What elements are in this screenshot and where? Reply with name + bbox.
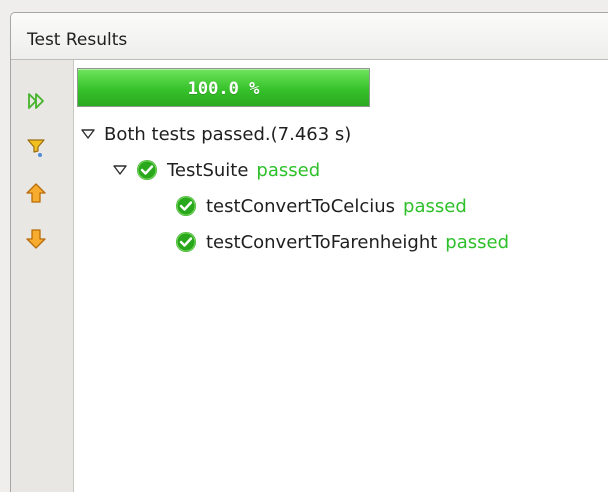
- suite-status: passed: [256, 159, 321, 181]
- summary-label: Both tests passed.(7.463 s): [104, 123, 352, 145]
- summary-row[interactable]: Both tests passed.(7.463 s): [80, 121, 351, 147]
- rerun-icon[interactable]: [25, 90, 47, 112]
- check-circle-icon: [137, 160, 157, 180]
- test-row[interactable]: testConvertToFarenheight passed: [175, 229, 509, 255]
- test-results-panel: Test Results 100.0 % Both tests passed.(…: [10, 12, 608, 492]
- chevron-down-icon[interactable]: [80, 126, 96, 142]
- test-progress-bar: 100.0 %: [77, 68, 370, 107]
- chevron-down-icon[interactable]: [112, 162, 128, 178]
- test-name: testConvertToFarenheight: [206, 231, 438, 253]
- check-circle-icon: [176, 232, 196, 252]
- filter-icon[interactable]: [25, 136, 47, 158]
- test-results-toolbar: [11, 60, 74, 492]
- progress-percent-label: 100.0 %: [187, 79, 260, 99]
- check-circle-icon: [176, 196, 196, 216]
- suite-name: TestSuite: [167, 159, 249, 181]
- arrow-down-icon[interactable]: [25, 228, 47, 250]
- test-row[interactable]: testConvertToCelcius passed: [175, 193, 467, 219]
- suite-row[interactable]: TestSuite passed: [112, 157, 320, 183]
- test-results-content: 100.0 % Both tests passed.(7.463 s) Test…: [74, 60, 608, 492]
- test-status: passed: [403, 195, 467, 217]
- test-status: passed: [445, 231, 510, 253]
- panel-title: Test Results: [27, 30, 128, 50]
- panel-header: Test Results: [11, 13, 608, 60]
- test-name: testConvertToCelcius: [206, 195, 396, 217]
- arrow-up-icon[interactable]: [25, 182, 47, 204]
